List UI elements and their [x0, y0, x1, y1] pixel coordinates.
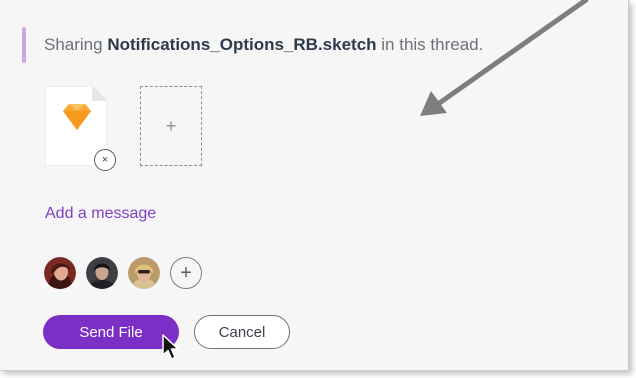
avatar[interactable]	[128, 257, 160, 289]
add-attachment-button[interactable]: +	[140, 86, 202, 166]
add-recipient-button[interactable]: +	[170, 257, 202, 289]
recipient-avatars: +	[44, 256, 202, 290]
share-file-card: Sharing Notifications_Options_RB.sketch …	[0, 0, 629, 371]
avatar[interactable]	[86, 257, 118, 289]
attached-file-thumbnail[interactable]: ×	[45, 86, 116, 171]
share-header: Sharing Notifications_Options_RB.sketch …	[22, 27, 483, 63]
remove-attachment-button[interactable]: ×	[94, 149, 116, 171]
add-message-link[interactable]: Add a message	[45, 205, 156, 223]
send-file-button[interactable]: Send File	[43, 315, 179, 349]
close-icon: ×	[101, 153, 109, 166]
plus-icon: +	[165, 115, 177, 136]
cancel-button[interactable]: Cancel	[194, 315, 290, 349]
share-prefix: Sharing	[44, 35, 108, 54]
shared-file-name: Notifications_Options_RB.sketch	[107, 35, 377, 54]
share-suffix: in this thread.	[376, 35, 484, 54]
share-description: Sharing Notifications_Options_RB.sketch …	[44, 35, 483, 55]
plus-icon: +	[180, 262, 192, 284]
accent-bar	[22, 27, 26, 63]
stage: Sharing Notifications_Options_RB.sketch …	[0, 0, 636, 378]
avatar[interactable]	[44, 257, 76, 289]
